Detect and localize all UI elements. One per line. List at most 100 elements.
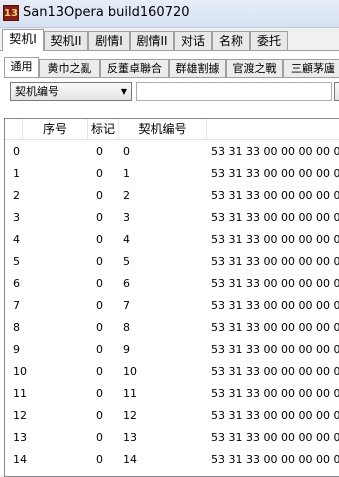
tab-three-visits[interactable]: 三顧茅廬 [283,59,339,77]
field-select[interactable]: 契机编号 ▼ [10,82,132,101]
table-row[interactable]: 1 0 1 53 31 33 00 00 00 00 0 [5,164,339,186]
cell-index: 4 [13,233,20,246]
field-select-value: 契机编号 [15,85,59,98]
cell-index: 3 [13,211,20,224]
table-row[interactable]: 2 0 2 53 31 33 00 00 00 00 0 [5,186,339,208]
cell-bytes: 53 31 33 00 00 00 00 0 [211,233,339,246]
cell-bytes: 53 31 33 00 00 00 00 0 [211,387,339,400]
cell-bytes: 53 31 33 00 00 00 00 0 [211,343,339,356]
table-row[interactable]: 6 0 6 53 31 33 00 00 00 00 0 [5,274,339,296]
table-row[interactable]: 1501553 31 33 00 00 00 00 0 [5,472,339,476]
cell-trigger-id: 3 [123,211,130,224]
cell-bytes: 53 31 33 00 00 00 00 0 [211,365,339,378]
tab-qiji-1[interactable]: 契机I [2,29,44,51]
cell-bytes: 53 31 33 00 00 00 00 0 [211,409,339,422]
cell-index: 6 [13,277,20,290]
tab-juqing-1[interactable]: 剧情I [88,31,130,50]
header-spacer [5,119,23,139]
cell-trigger-id: 4 [123,233,130,246]
cell-index: 2 [13,189,20,202]
table-row[interactable]: 3 0 3 53 31 33 00 00 00 00 0 [5,208,339,230]
column-header-flag[interactable]: 标记 [88,119,119,139]
cell-flag: 0 [96,167,103,180]
cell-flag: 0 [96,387,103,400]
cell-flag: 0 [96,431,103,444]
cell-flag: 0 [96,453,103,466]
table-row[interactable]: 10 0 10 53 31 33 00 00 00 00 0 [5,362,339,384]
tab-yellow-turban[interactable]: 黄巾之亂 [39,59,100,77]
cell-trigger-id: 7 [123,299,130,312]
cell-bytes: 53 31 33 00 00 00 00 0 [211,211,339,224]
cell-trigger-id: 14 [123,453,137,466]
cell-trigger-id: 6 [123,277,130,290]
cell-bytes: 53 31 33 00 00 00 00 0 [211,431,339,444]
tab-juqing-2[interactable]: 剧情II [130,31,174,50]
cell-index: 9 [13,343,20,356]
cell-index: 11 [13,387,27,400]
tab-warlords[interactable]: 群雄割據 [169,59,226,77]
cell-trigger-id: 10 [123,365,137,378]
cell-index: 14 [13,453,27,466]
cell-index: 8 [13,321,20,334]
cell-index: 12 [13,409,27,422]
cell-flag: 0 [96,321,103,334]
cell-bytes: 53 31 33 00 00 00 00 0 [211,277,339,290]
table-row[interactable]: 12 0 12 53 31 33 00 00 00 00 0 [5,406,339,428]
cell-trigger-id: 0 [123,145,130,158]
tab-names[interactable]: 名称 [212,31,250,50]
table-row[interactable]: 11 0 11 53 31 33 00 00 00 00 0 [5,384,339,406]
cell-trigger-id: 12 [123,409,137,422]
cell-flag: 0 [96,233,103,246]
tab-qiji-2[interactable]: 契机II [44,31,88,50]
record-list[interactable]: 序号 标记 契机编号 0 0 0 53 31 33 00 00 00 00 01015… [4,118,339,477]
main-tab-panel: 通用 黄巾之亂 反董卓聯合 群雄割據 官渡之戰 三顧茅廬 契机编号 ▼ 序号 标… [0,50,339,477]
list-header: 序号 标记 契机编号 [5,119,339,140]
filter-input[interactable] [136,82,332,101]
cell-trigger-id: 13 [123,431,137,444]
column-header-index[interactable]: 序号 [23,119,88,139]
tab-commission[interactable]: 委托 [250,31,288,50]
table-row[interactable]: 9 0 9 53 31 33 00 00 00 00 0 [5,340,339,362]
cell-flag: 0 [96,365,103,378]
cell-bytes: 53 31 33 00 00 00 00 0 [211,321,339,334]
cell-trigger-id: 5 [123,255,130,268]
cell-flag: 0 [96,409,103,422]
cell-trigger-id: 11 [123,387,137,400]
cell-flag: 0 [96,343,103,356]
cell-index: 13 [13,431,27,444]
cell-flag: 0 [96,255,103,268]
cell-index: 0 [13,145,20,158]
cell-bytes: 53 31 33 00 00 00 00 0 [211,255,339,268]
table-row[interactable]: 0 0 0 53 31 33 00 00 00 00 0 [5,142,339,164]
window-title: San13Opera build160720 [23,5,190,20]
cell-index: 7 [13,299,20,312]
cell-index: 1 [13,167,20,180]
tab-general[interactable]: 通用 [4,57,39,77]
tab-guandu[interactable]: 官渡之戰 [226,59,283,77]
title-bar[interactable]: 13 San13Opera build160720 [0,0,339,28]
cell-flag: 0 [96,189,103,202]
cell-index: 10 [13,365,27,378]
filter-bar: 契机编号 ▼ [4,77,339,108]
scenario-tab-bar: 通用 黄巾之亂 反董卓聯合 群雄割據 官渡之戰 三顧茅廬 [4,57,339,77]
cell-bytes: 53 31 33 00 00 00 00 0 [211,299,339,312]
cell-bytes: 53 31 33 00 00 00 00 0 [211,453,339,466]
column-header-trigger-id[interactable]: 契机编号 [119,119,207,139]
table-row[interactable]: 14 0 14 53 31 33 00 00 00 00 0 [5,450,339,472]
cell-trigger-id: 2 [123,189,130,202]
cell-bytes: 53 31 33 00 00 00 00 0 [211,145,339,158]
table-row[interactable]: 13 0 13 53 31 33 00 00 00 00 0 [5,428,339,450]
table-row[interactable]: 7 0 7 53 31 33 00 00 00 00 0 [5,296,339,318]
filter-button[interactable] [334,82,339,101]
tab-dialogue[interactable]: 对话 [174,31,212,50]
cell-flag: 0 [96,211,103,224]
table-row[interactable]: 8 0 8 53 31 33 00 00 00 00 0 [5,318,339,340]
table-row[interactable]: 4 0 4 53 31 33 00 00 00 00 0 [5,230,339,252]
cell-flag: 0 [96,145,103,158]
cell-flag: 0 [96,299,103,312]
main-tab-bar: 契机I 契机II 剧情I 剧情II 对话 名称 委托 [0,29,339,51]
cell-flag: 0 [96,277,103,290]
cell-trigger-id: 8 [123,321,130,334]
table-row[interactable]: 5 0 5 53 31 33 00 00 00 00 0 [5,252,339,274]
tab-anti-dong-zhuo[interactable]: 反董卓聯合 [100,59,169,77]
